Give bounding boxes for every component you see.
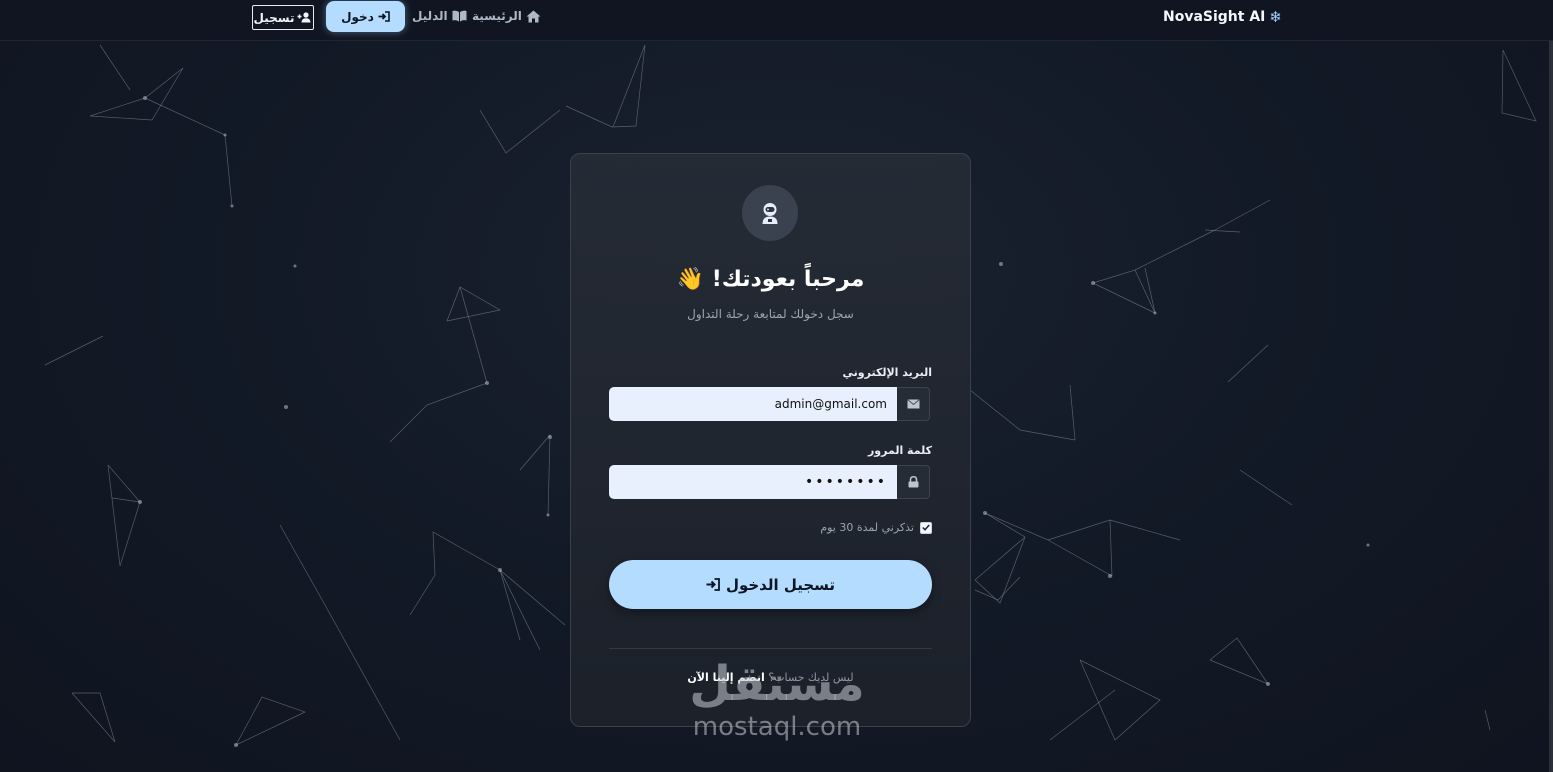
sign-in-icon	[706, 578, 720, 591]
login-submit-button[interactable]: تسجيل الدخول	[609, 560, 932, 609]
watermark-domain: mostaql.com	[692, 712, 862, 742]
brand-logo[interactable]: NovaSight AI ❄	[1163, 8, 1282, 26]
email-field-group	[609, 387, 932, 421]
remember-checkbox[interactable]	[920, 521, 932, 534]
password-field[interactable]	[609, 465, 897, 499]
nav-register-button[interactable]: تسجيل	[252, 5, 314, 30]
check-icon	[922, 524, 930, 531]
avatar	[742, 185, 798, 241]
password-label: كلمة المرور	[867, 444, 932, 457]
remember-me[interactable]: تذكرني لمدة 30 يوم	[820, 521, 932, 534]
submit-label: تسجيل الدخول	[725, 575, 836, 594]
page: NovaSight AI ❄ الرئيسية الدليل دخول تسجي…	[0, 0, 1553, 772]
nav-home-label: الرئيسية	[472, 9, 522, 23]
page-title: مرحباً بعودتك! 👋	[571, 267, 970, 292]
title-text: مرحباً بعودتك!	[711, 267, 865, 292]
watermark: مستقل mostaql.com	[682, 660, 872, 740]
nav-login-label: دخول	[341, 9, 374, 24]
user-astronaut-icon	[762, 203, 778, 224]
nav-guide-link[interactable]: الدليل	[412, 9, 467, 23]
nav-home-link[interactable]: الرئيسية	[472, 9, 541, 23]
email-field[interactable]	[609, 387, 897, 421]
book-icon	[452, 10, 467, 22]
scrollbar-track[interactable]	[1549, 40, 1553, 772]
envelope-icon	[897, 387, 930, 421]
page-subtitle: سجل دخولك لمتابعة رحلة التداول	[687, 307, 854, 321]
nav-register-label: تسجيل	[253, 10, 295, 25]
brand-name: NovaSight AI	[1163, 9, 1266, 25]
home-icon	[526, 10, 541, 22]
waving-hand-icon: 👋	[676, 267, 705, 292]
remember-label: تذكرني لمدة 30 يوم	[820, 521, 914, 534]
lock-icon	[897, 465, 930, 499]
password-field-group	[609, 465, 932, 499]
user-plus-icon	[297, 12, 311, 23]
nav-login-button[interactable]: دخول	[326, 1, 405, 32]
nav-guide-label: الدليل	[412, 9, 448, 23]
divider	[609, 648, 932, 649]
watermark-arabic: مستقل	[689, 656, 865, 712]
top-navbar: NovaSight AI ❄ الرئيسية الدليل دخول تسجي…	[0, 0, 1553, 41]
email-label: البريد الإلكتروني	[842, 366, 932, 379]
sign-in-icon	[378, 11, 390, 22]
login-card: مرحباً بعودتك! 👋 سجل دخولك لمتابعة رحلة …	[570, 153, 971, 727]
snowflake-icon: ❄	[1269, 8, 1282, 26]
